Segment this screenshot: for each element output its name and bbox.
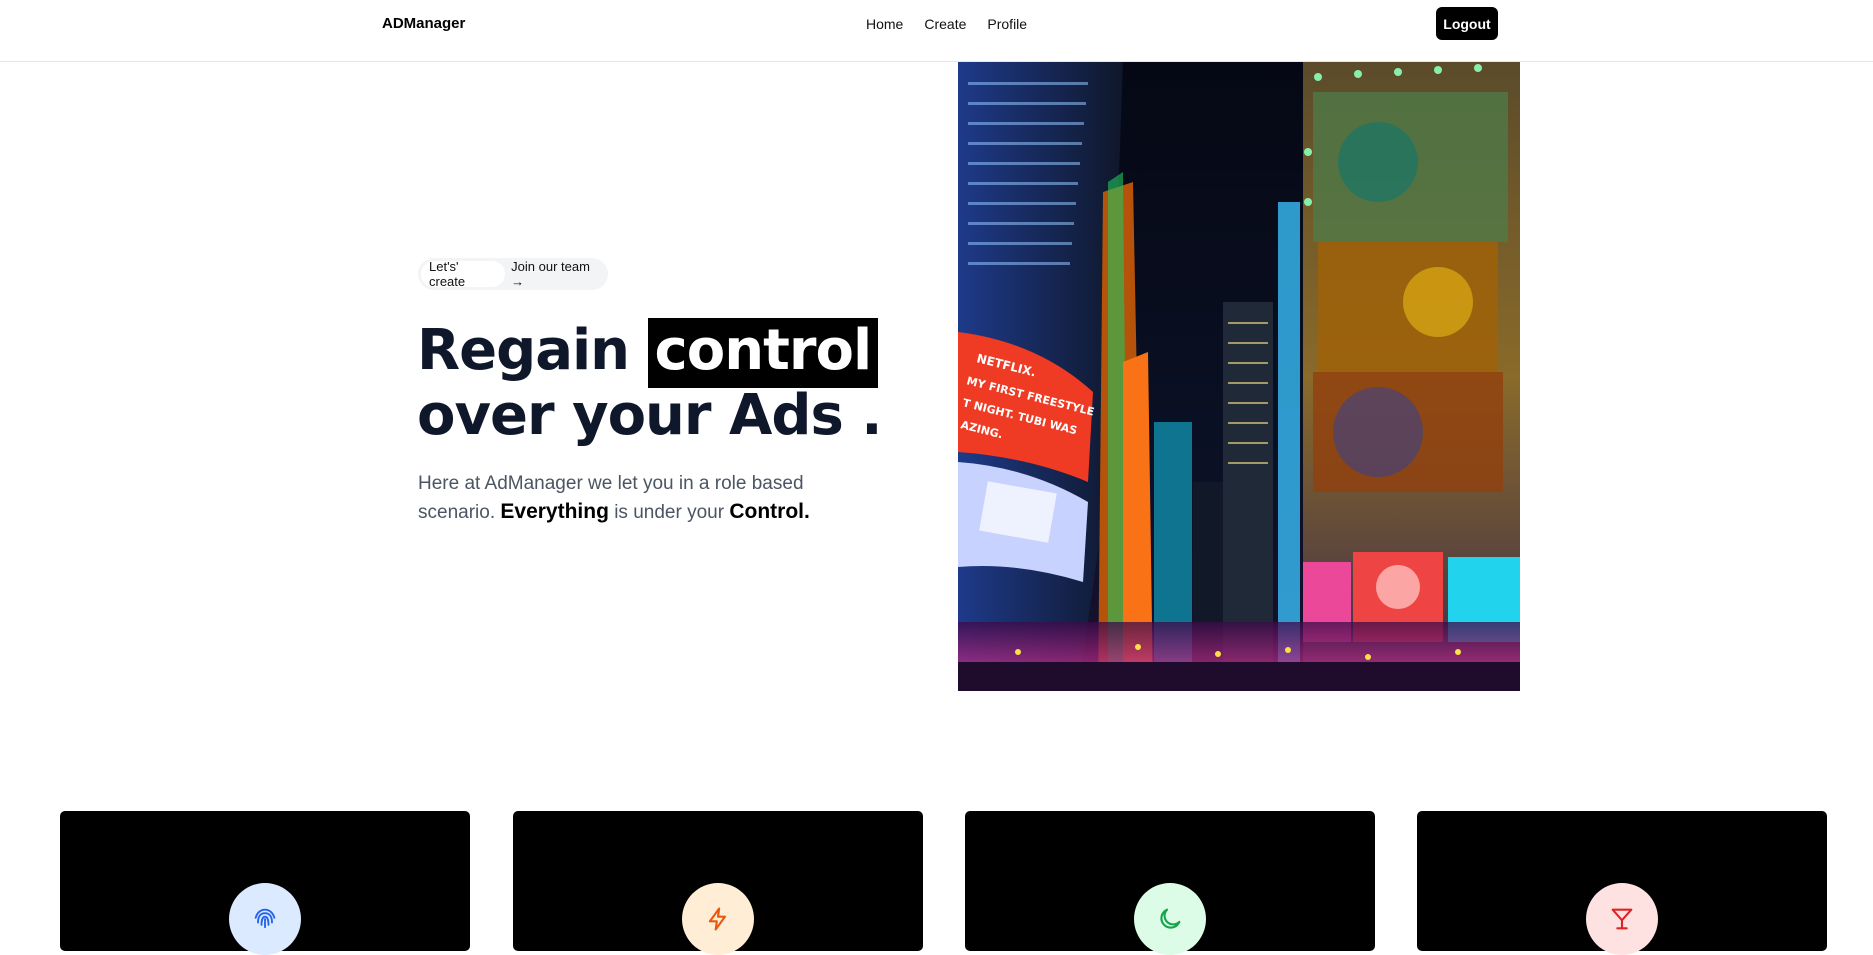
nav-link-profile[interactable]: Profile xyxy=(987,16,1027,32)
join-team-link[interactable]: Join our team → xyxy=(511,259,605,289)
announcement-pill: Let's' create Join our team → xyxy=(418,258,608,290)
hero-description: Here at AdManager we let you in a role b… xyxy=(418,470,838,527)
pill-tag: Let's' create xyxy=(421,259,506,289)
brand-logo[interactable]: ADManager xyxy=(382,15,465,32)
nav-link-home[interactable]: Home xyxy=(866,16,903,32)
desc-bold-everything: Everything xyxy=(500,500,609,523)
hero-image: NETFLIX. MY FIRST FREESTYLE T NIGHT. TUB… xyxy=(958,62,1520,691)
desc-bold-control: Control. xyxy=(729,500,810,523)
headline-word: Regain xyxy=(417,318,630,383)
nav-link-create[interactable]: Create xyxy=(924,16,966,32)
cocktail-icon xyxy=(1586,883,1658,955)
headline-line2: over your Ads . xyxy=(417,383,883,448)
feature-card[interactable] xyxy=(60,811,470,955)
feature-card[interactable] xyxy=(965,811,1375,955)
hero-headline: Regain control over your Ads . xyxy=(417,318,883,448)
desc-text-2: is under your xyxy=(614,502,725,523)
headline-highlight: control xyxy=(647,318,879,388)
feature-card[interactable] xyxy=(513,811,923,955)
logout-button[interactable]: Logout xyxy=(1436,7,1498,40)
moon-icon xyxy=(1134,883,1206,955)
bolt-icon xyxy=(682,883,754,955)
feature-card[interactable] xyxy=(1417,811,1827,955)
top-navbar: ADManager Home Create Profile Logout xyxy=(0,0,1873,62)
nav-links: Home Create Profile xyxy=(866,16,1048,32)
fingerprint-icon xyxy=(229,883,301,955)
